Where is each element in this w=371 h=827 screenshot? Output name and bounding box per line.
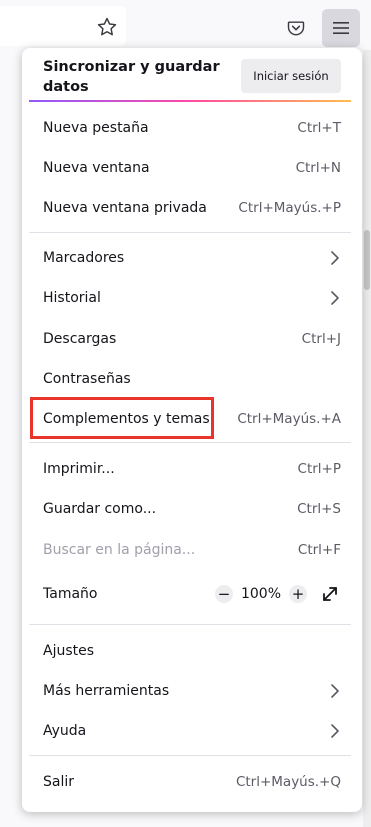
menu-item-label: Más herramientas <box>43 683 170 699</box>
menu-item-shortcut: Ctrl+Mayús.+P <box>238 200 341 216</box>
zoom-out-button[interactable]: − <box>215 585 233 603</box>
menu-item-more-tools[interactable]: Más herramientas <box>22 671 362 711</box>
menu-item-shortcut: Ctrl+S <box>297 501 341 517</box>
menu-item-new-tab[interactable]: Nueva pestaña Ctrl+T <box>22 108 362 148</box>
menu-item-print[interactable]: Imprimir... Ctrl+P <box>22 449 362 489</box>
menu-item-shortcut: Ctrl+T <box>297 120 341 136</box>
menu-item-shortcut: Ctrl+N <box>295 160 341 176</box>
bookmark-star-icon[interactable] <box>94 14 120 40</box>
menu-item-label: Descargas <box>43 331 117 347</box>
highlight-box <box>30 397 214 439</box>
menu-item-downloads[interactable]: Descargas Ctrl+J <box>22 319 362 359</box>
menu-item-passwords[interactable]: Contraseñas <box>22 359 362 399</box>
menu-item-label: Contraseñas <box>43 371 131 387</box>
fullscreen-icon[interactable] <box>319 583 341 605</box>
sign-in-button[interactable]: Iniciar sesión <box>241 59 341 93</box>
menu-item-help[interactable]: Ayuda <box>22 711 362 751</box>
menu-item-shortcut: Ctrl+P <box>297 461 341 477</box>
zoom-controls: − 100% + <box>215 583 341 605</box>
menu-item-new-private-window[interactable]: Nueva ventana privada Ctrl+Mayús.+P <box>22 188 362 228</box>
menu-item-settings[interactable]: Ajustes <box>22 631 362 671</box>
chevron-right-icon <box>329 683 341 699</box>
menu-item-label: Marcadores <box>43 250 125 266</box>
chevron-right-icon <box>329 290 341 306</box>
menu-item-shortcut: Ctrl+F <box>297 542 341 558</box>
menu-item-quit[interactable]: Salir Ctrl+Mayús.+Q <box>22 762 362 802</box>
menu-item-history[interactable]: Historial <box>22 278 362 318</box>
menu-item-bookmarks[interactable]: Marcadores <box>22 238 362 278</box>
menu-separator <box>29 442 351 443</box>
menu-separator <box>29 624 351 625</box>
menu-item-save-as[interactable]: Guardar como... Ctrl+S <box>22 489 362 529</box>
menu-item-label: Tamaño <box>43 586 98 602</box>
scrollbar-track[interactable] <box>363 50 371 827</box>
sync-gradient-divider <box>29 100 351 102</box>
sync-title: Sincronizar y guardar datos <box>43 59 220 95</box>
zoom-in-button[interactable]: + <box>289 585 307 603</box>
menu-item-label: Guardar como... <box>43 501 157 517</box>
app-menu-panel: Sincronizar y guardar datos Iniciar sesi… <box>22 48 362 812</box>
menu-separator <box>29 755 351 756</box>
menu-item-label: Ayuda <box>43 723 87 739</box>
menu-item-label: Buscar en la página... <box>43 542 196 558</box>
menu-item-label: Nueva ventana privada <box>43 200 207 216</box>
menu-item-label: Historial <box>43 290 101 306</box>
hamburger-menu-icon[interactable] <box>322 9 360 47</box>
menu-item-new-window[interactable]: Nueva ventana Ctrl+N <box>22 148 362 188</box>
menu-item-label: Imprimir... <box>43 461 115 477</box>
menu-item-label: Salir <box>43 774 75 790</box>
menu-item-shortcut: Ctrl+Mayús.+Q <box>235 774 341 790</box>
chevron-right-icon <box>329 250 341 266</box>
menu-item-shortcut: Ctrl+Mayús.+A <box>237 411 341 427</box>
menu-item-label: Nueva ventana <box>43 160 150 176</box>
scrollbar-thumb[interactable] <box>364 230 370 290</box>
pocket-icon[interactable] <box>281 13 311 43</box>
chevron-right-icon <box>329 723 341 739</box>
zoom-level[interactable]: 100% <box>233 586 289 602</box>
menu-item-label: Ajustes <box>43 643 95 659</box>
menu-item-shortcut: Ctrl+J <box>301 331 341 347</box>
menu-item-find-in-page[interactable]: Buscar en la página... Ctrl+F <box>22 530 362 570</box>
browser-toolbar <box>0 0 371 50</box>
menu-separator <box>29 232 351 233</box>
menu-item-zoom: Tamaño − 100% + <box>22 574 362 614</box>
menu-item-label: Nueva pestaña <box>43 120 149 136</box>
